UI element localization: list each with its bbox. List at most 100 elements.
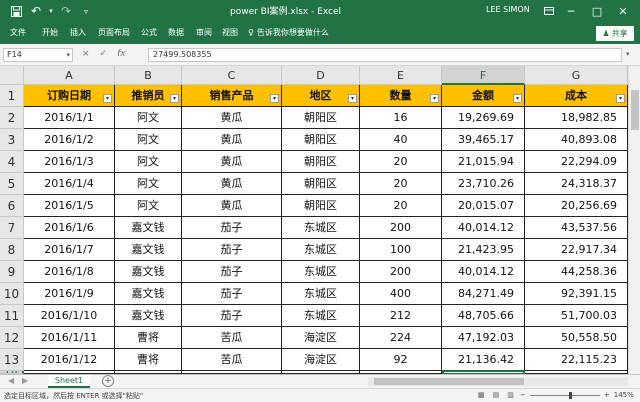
header-cell-quantity[interactable]: 数量 ▾ — [360, 85, 442, 107]
column-header-c[interactable]: C — [182, 66, 282, 85]
cell-product[interactable]: 苦瓜 — [182, 349, 282, 371]
cell-cost[interactable]: 22,115.23 — [525, 349, 628, 371]
cell-product[interactable]: 黄瓜 — [182, 195, 282, 217]
cell-salesperson[interactable]: 曹将 — [115, 327, 182, 349]
expand-formula-bar-icon[interactable]: ▾ — [626, 50, 630, 58]
vertical-scroll-thumb[interactable] — [631, 90, 639, 130]
cell-cost[interactable]: 24,318.37 — [525, 173, 628, 195]
row-header[interactable]: 4 — [0, 151, 24, 173]
cell-region[interactable]: 朝阳区 — [282, 195, 360, 217]
user-name[interactable]: LEE SIMON — [486, 5, 530, 14]
tab-page-layout[interactable]: 页面布局 — [98, 27, 130, 38]
undo-icon[interactable]: ↶ — [28, 3, 44, 19]
save-icon[interactable] — [8, 3, 24, 19]
row-header[interactable]: 13 — [0, 349, 24, 371]
filter-dropdown-icon[interactable]: ▾ — [616, 94, 625, 103]
cancel-icon[interactable]: × — [82, 49, 90, 59]
cell-date[interactable]: 2016/1/9 — [24, 283, 115, 305]
cell-product[interactable]: 茄子 — [182, 261, 282, 283]
header-cell-salesperson[interactable]: 推销员 ▾ — [115, 85, 182, 107]
column-header-d[interactable]: D — [282, 66, 360, 85]
cell-salesperson[interactable]: 嘉文钱 — [115, 217, 182, 239]
cell-product[interactable]: 茄子 — [182, 283, 282, 305]
cell-salesperson[interactable]: 嘉文钱 — [115, 261, 182, 283]
column-header-b[interactable]: B — [115, 66, 182, 85]
customize-icon[interactable]: ▿ — [80, 3, 92, 19]
select-all-corner[interactable] — [0, 66, 24, 85]
cell-date[interactable]: 2016/1/1 — [24, 107, 115, 129]
row-header[interactable]: 10 — [0, 283, 24, 305]
tab-review[interactable]: 审阅 — [196, 27, 212, 38]
tab-home[interactable]: 开始 — [42, 27, 58, 38]
cell-cost[interactable]: 92,391.15 — [525, 283, 628, 305]
cell-quantity[interactable]: 400 — [360, 283, 442, 305]
cell-product[interactable]: 茄子 — [182, 305, 282, 327]
redo-icon[interactable]: ↷ — [58, 3, 74, 19]
row-header[interactable]: 7 — [0, 217, 24, 239]
cell-cost[interactable]: 50,558.50 — [525, 327, 628, 349]
cell-salesperson[interactable]: 阿文 — [115, 151, 182, 173]
cell-date[interactable]: 2016/1/7 — [24, 239, 115, 261]
column-header-f[interactable]: F — [442, 66, 525, 85]
cell-salesperson[interactable]: 嘉文钱 — [115, 283, 182, 305]
cell-product[interactable]: 黄瓜 — [182, 173, 282, 195]
cell-region[interactable]: 东城区 — [282, 239, 360, 261]
tab-insert[interactable]: 插入 — [70, 27, 86, 38]
cell-date[interactable]: 2016/1/11 — [24, 327, 115, 349]
cell-salesperson[interactable]: 阿文 — [115, 107, 182, 129]
row-header[interactable]: 9 — [0, 261, 24, 283]
cell-amount[interactable]: 39,465.17 — [442, 129, 525, 151]
tab-data[interactable]: 数据 — [168, 27, 184, 38]
cell-cost[interactable]: 22,294.09 — [525, 151, 628, 173]
cell-product[interactable]: 黄瓜 — [182, 151, 282, 173]
column-header-a[interactable]: A — [24, 66, 115, 85]
cell-quantity[interactable]: 212 — [360, 305, 442, 327]
share-button[interactable]: ♟ 共享 — [596, 26, 634, 41]
cell-product[interactable]: 茄子 — [182, 239, 282, 261]
undo-dropdown-icon[interactable]: ▾ — [46, 3, 56, 19]
row-header[interactable]: 8 — [0, 239, 24, 261]
column-header-g[interactable]: G — [525, 66, 628, 85]
row-header[interactable]: 11 — [0, 305, 24, 327]
cell-salesperson[interactable]: 阿文 — [115, 195, 182, 217]
row-header[interactable]: 3 — [0, 129, 24, 151]
cell-region[interactable]: 东城区 — [282, 261, 360, 283]
cell-salesperson[interactable]: 阿文 — [115, 129, 182, 151]
cell-cost[interactable]: 40,893.08 — [525, 129, 628, 151]
zoom-level[interactable]: 145% — [614, 391, 634, 399]
minimize-icon[interactable]: ─ — [562, 2, 580, 20]
cell-region[interactable]: 海淀区 — [282, 349, 360, 371]
zoom-in-button[interactable]: + — [604, 391, 610, 399]
cell-amount[interactable]: 40,014.12 — [442, 217, 525, 239]
page-layout-view-icon[interactable]: ▤ — [493, 391, 500, 399]
normal-view-icon[interactable]: ▦ — [478, 391, 485, 399]
cell-amount[interactable]: 19,269.69 — [442, 107, 525, 129]
zoom-out-button[interactable]: − — [520, 391, 526, 399]
header-cell-amount[interactable]: 金额 ▾ — [442, 85, 525, 107]
cell-amount[interactable]: 21,136.42 — [442, 349, 525, 371]
add-sheet-button[interactable]: + — [102, 375, 114, 387]
cell-date[interactable]: 2016/1/5 — [24, 195, 115, 217]
row-header[interactable]: 12 — [0, 327, 24, 349]
cell-quantity[interactable]: 92 — [360, 349, 442, 371]
cell-product[interactable]: 苦瓜 — [182, 327, 282, 349]
cell-quantity[interactable]: 200 — [360, 261, 442, 283]
maximize-icon[interactable]: □ — [588, 2, 606, 20]
cell-amount[interactable]: 84,271.49 — [442, 283, 525, 305]
vertical-scrollbar[interactable] — [628, 66, 640, 374]
cell-product[interactable]: 茄子 — [182, 217, 282, 239]
cell-date[interactable]: 2016/1/6 — [24, 217, 115, 239]
cell-cost[interactable]: 44,258.36 — [525, 261, 628, 283]
tab-file[interactable]: 文件 — [10, 27, 26, 38]
cell-salesperson[interactable]: 嘉文钱 — [115, 239, 182, 261]
cell-quantity[interactable]: 100 — [360, 239, 442, 261]
cell-quantity[interactable]: 20 — [360, 151, 442, 173]
cell-cost[interactable]: 22,917.34 — [525, 239, 628, 261]
cell-cost[interactable]: 51,700.03 — [525, 305, 628, 327]
cell-quantity[interactable]: 20 — [360, 173, 442, 195]
cell-region[interactable]: 朝阳区 — [282, 151, 360, 173]
ribbon-display-icon[interactable] — [540, 2, 558, 20]
name-box[interactable]: F14 ▾ — [3, 48, 73, 62]
cell-date[interactable]: 2016/1/12 — [24, 349, 115, 371]
cell-amount[interactable]: 20,015.07 — [442, 195, 525, 217]
